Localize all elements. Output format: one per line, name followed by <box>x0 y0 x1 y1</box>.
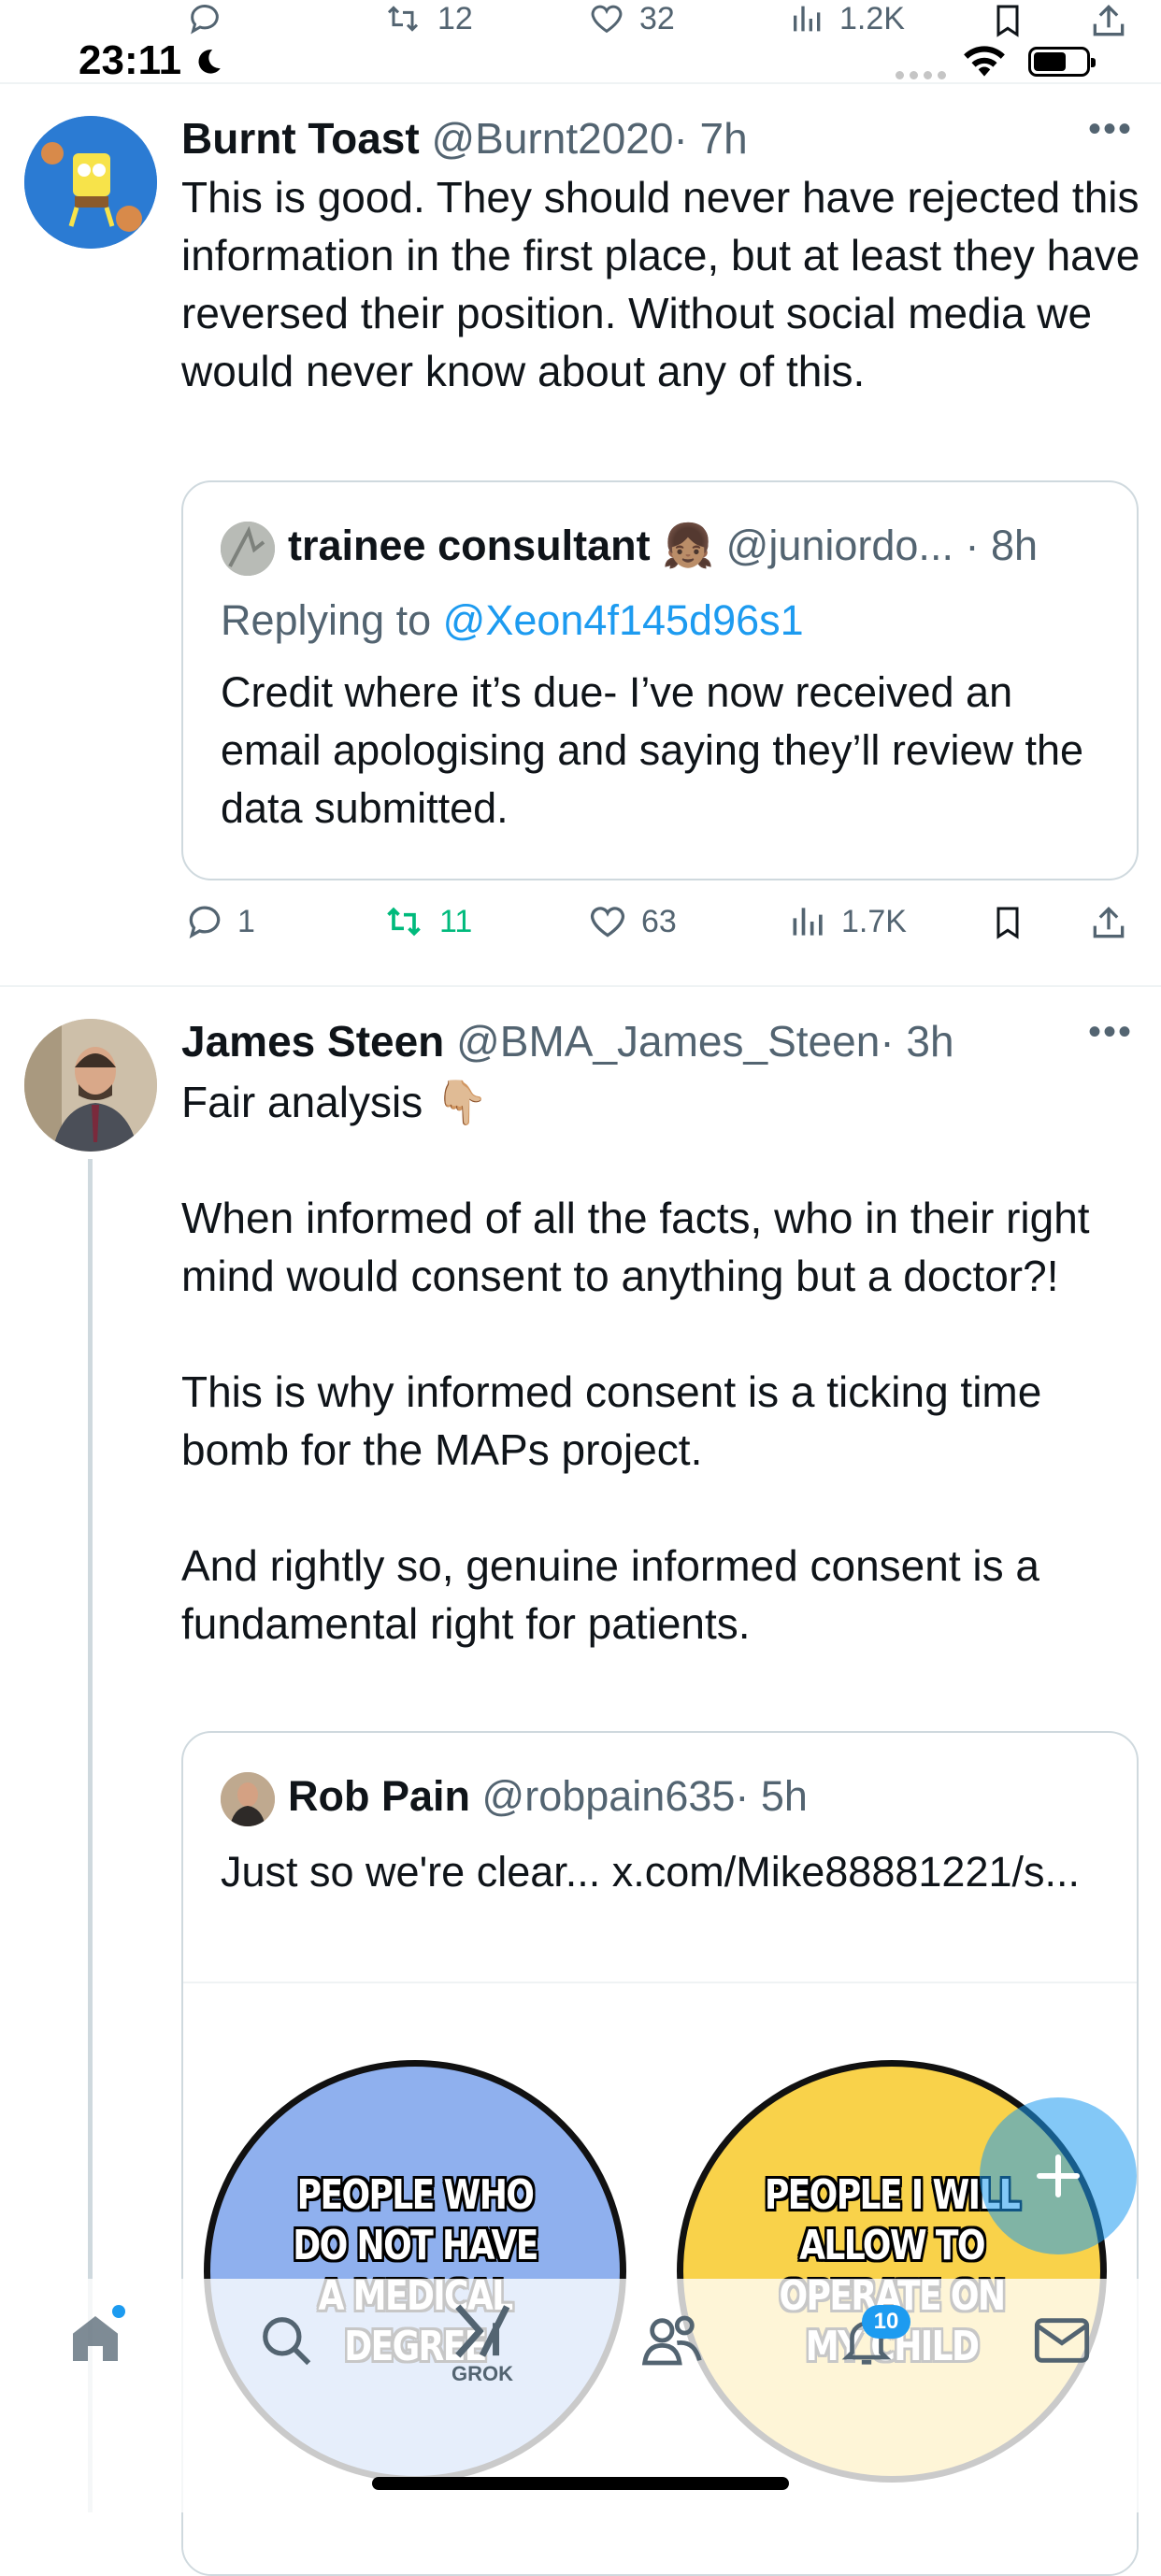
compose-button[interactable] <box>980 2097 1137 2254</box>
home-indicator <box>372 2477 789 2490</box>
quote-text: Credit where it’s due- I’ve now received… <box>221 668 1096 832</box>
bookmark-icon <box>996 907 1019 939</box>
quote-avatar-image-icon <box>221 522 275 576</box>
retweet-action[interactable]: 11 <box>380 901 472 942</box>
quote-display-name: trainee consultant <box>288 522 651 569</box>
james-steen-avatar-icon <box>24 1019 157 1152</box>
quote-text: Just so we're clear... x.com/Mike8888122… <box>221 1848 1081 1896</box>
divider <box>0 82 1161 84</box>
status-time: 23:11 <box>79 37 224 84</box>
bookmark-icon <box>996 5 1019 37</box>
quote-time: · 8h <box>965 522 1039 569</box>
bookmark-button[interactable] <box>989 901 1026 949</box>
notifications-badge: 10 <box>862 2305 910 2339</box>
views-icon <box>793 908 823 936</box>
rob-pain-avatar-icon <box>221 1772 275 1826</box>
quote-time: · 5h <box>735 1772 808 1820</box>
tweet-time: · 3h <box>880 1017 954 1066</box>
nav-messages[interactable] <box>1032 2314 1092 2371</box>
heart-icon <box>590 907 625 937</box>
grok-icon <box>455 2304 510 2358</box>
replying-to: Replying to @Xeon4f145d96s1 <box>221 596 804 644</box>
avatar[interactable] <box>24 1019 157 1152</box>
display-name[interactable]: James Steen <box>181 1017 444 1066</box>
nav-home[interactable] <box>65 2305 125 2373</box>
plus-icon <box>1037 2154 1080 2197</box>
quote-display-name: Rob Pain <box>288 1772 471 1820</box>
tweet-header: James Steen @BMA_James_Steen· 3h <box>181 1013 954 1069</box>
like-action[interactable]: 63 <box>585 901 677 942</box>
prev-share-button[interactable] <box>1088 0 1129 46</box>
views-icon <box>794 6 821 32</box>
heart-icon <box>591 5 623 34</box>
nav-notifications[interactable]: 10 <box>838 2305 910 2375</box>
views-action[interactable]: 1.7K <box>787 901 907 942</box>
nav-communities[interactable] <box>639 2311 705 2375</box>
prev-like-count: 32 <box>639 0 675 36</box>
wifi-icon <box>964 46 1005 77</box>
quoted-tweet[interactable]: trainee consultant 👧🏽 @juniordo... · 8h … <box>181 480 1139 880</box>
tweet-text: This is good. They should never have rej… <box>181 173 1153 395</box>
reply-icon <box>189 906 221 939</box>
display-name[interactable]: Burnt Toast <box>181 114 420 163</box>
more-options-icon[interactable]: ••• <box>1088 108 1133 150</box>
tweet-header: Burnt Toast @Burnt2020· 7h <box>181 110 748 166</box>
quote-avatar <box>221 522 275 576</box>
like-count: 63 <box>641 903 677 939</box>
prev-views-action[interactable]: 1.2K <box>787 0 905 37</box>
share-icon <box>1093 4 1125 36</box>
moon-icon <box>198 50 222 74</box>
spongebob-avatar-icon <box>24 116 157 249</box>
reply-count: 1 <box>237 903 255 939</box>
quote-header: trainee consultant 👧🏽 @juniordo... · 8h <box>288 518 1038 574</box>
retweet-icon <box>387 907 421 937</box>
grok-label: GROK <box>452 2362 513 2385</box>
prev-bookmark-button[interactable] <box>989 0 1026 46</box>
quote-handle: @juniordo... <box>725 522 953 569</box>
retweet-count: 11 <box>439 903 473 939</box>
avatar[interactable] <box>24 116 157 249</box>
nav-search[interactable] <box>258 2312 316 2375</box>
share-icon <box>1093 906 1125 938</box>
communities-icon <box>641 2315 702 2366</box>
reply-action[interactable]: 1 <box>183 901 255 942</box>
views-count: 1.7K <box>841 903 907 939</box>
prev-like-action[interactable]: 32 <box>585 0 675 37</box>
quote-handle: @robpain635 <box>481 1772 736 1820</box>
prev-retweet-count: 12 <box>437 0 473 36</box>
prev-reply-action[interactable] <box>183 0 226 37</box>
more-options-icon[interactable]: ••• <box>1088 1011 1133 1053</box>
prev-views-count: 1.2K <box>839 0 905 36</box>
battery-icon <box>1028 47 1096 77</box>
signal-dots-icon <box>896 71 946 79</box>
user-handle[interactable]: @BMA_James_Steen <box>456 1017 880 1066</box>
nav-grok[interactable]: GROK <box>445 2301 520 2386</box>
retweet-icon <box>387 6 419 32</box>
divider <box>0 985 1161 987</box>
tweet-text: Fair analysis 👇🏼 When informed of all th… <box>181 1078 1090 1648</box>
search-icon <box>263 2317 311 2366</box>
user-handle[interactable]: @Burnt2020 <box>431 114 673 163</box>
reply-icon <box>191 5 219 35</box>
share-button[interactable] <box>1088 901 1129 949</box>
girl-emoji-icon: 👧🏽 <box>662 522 715 569</box>
mail-icon <box>1034 2318 1090 2363</box>
quote-header: Rob Pain @robpain635· 5h <box>288 1768 808 1825</box>
quote-avatar <box>221 1772 275 1826</box>
home-unread-dot <box>112 2305 125 2318</box>
replying-to-handle[interactable]: @Xeon4f145d96s1 <box>443 596 804 644</box>
tweet-time: · 7h <box>673 114 748 163</box>
prev-retweet-action[interactable]: 12 <box>380 0 473 37</box>
